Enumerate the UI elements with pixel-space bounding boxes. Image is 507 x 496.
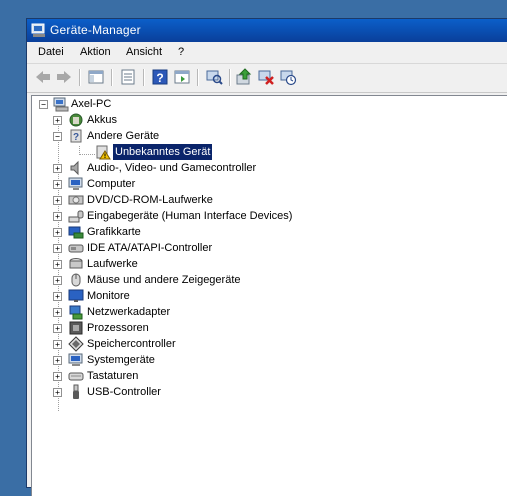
processor-icon <box>68 320 84 336</box>
device-manager-icon <box>31 22 47 38</box>
expand-toggle[interactable]: + <box>53 116 62 125</box>
toolbar-separator <box>143 69 145 86</box>
storage-controller-icon <box>68 336 84 352</box>
menu-datei[interactable]: Datei <box>37 46 65 58</box>
collapse-toggle[interactable]: − <box>39 100 48 109</box>
svg-text:?: ? <box>156 71 163 85</box>
expand-toggle[interactable]: + <box>53 292 62 301</box>
menu-bar: Datei Aktion Ansicht ? <box>27 42 507 64</box>
expand-toggle[interactable]: + <box>53 180 62 189</box>
network-adapter-icon <box>68 304 84 320</box>
other-devices-icon: ? <box>68 128 84 144</box>
svg-text:?: ? <box>73 132 79 143</box>
device-tree[interactable]: − Axel-PC + Akkus − ? Andere Geräte Unbe… <box>31 95 507 496</box>
expand-toggle[interactable]: + <box>53 356 62 365</box>
tree-node-label: Eingabegeräte (Human Interface Devices) <box>87 210 293 222</box>
mouse-icon <box>68 272 84 288</box>
tree-node-label: Unbekanntes Gerät <box>111 143 214 161</box>
collapse-toggle[interactable]: − <box>53 132 62 141</box>
expand-toggle[interactable]: + <box>53 196 62 205</box>
expand-toggle[interactable]: + <box>53 164 62 173</box>
tree-node-label: Mäuse und andere Zeigegeräte <box>87 274 241 286</box>
monitor-icon <box>68 288 84 304</box>
help-icon[interactable]: ? <box>151 68 169 86</box>
disk-drive-icon <box>68 256 84 272</box>
warning-icon <box>95 144 111 160</box>
properties-icon[interactable] <box>119 68 137 86</box>
expand-toggle[interactable]: + <box>53 340 62 349</box>
ide-controller-icon <box>68 240 84 256</box>
toolbar-separator <box>111 69 113 86</box>
menu-aktion[interactable]: Aktion <box>79 46 112 58</box>
expand-toggle[interactable]: + <box>53 212 62 221</box>
expand-toggle[interactable]: + <box>53 244 62 253</box>
window-title: Geräte-Manager <box>50 23 141 37</box>
toolbar: ? <box>27 64 507 93</box>
tree-node-label: Prozessoren <box>87 322 149 334</box>
menu-help[interactable]: ? <box>177 46 185 58</box>
tree-node-label: Netzwerkadapter <box>87 306 171 318</box>
speaker-icon <box>68 160 84 176</box>
expand-toggle[interactable]: + <box>53 308 62 317</box>
scan-hardware-icon[interactable] <box>205 68 223 86</box>
expand-toggle[interactable]: + <box>53 324 62 333</box>
tree-node-label: Computer <box>87 178 136 190</box>
tree-node-label: USB-Controller <box>87 386 161 398</box>
expand-toggle[interactable]: + <box>53 260 62 269</box>
toolbar-separator <box>79 69 81 86</box>
tree-node-label: Monitore <box>87 290 130 302</box>
tree-node-label: Systemgeräte <box>87 354 155 366</box>
update-driver-icon[interactable] <box>235 68 253 86</box>
tree-node-label: Audio-, Video- und Gamecontroller <box>87 162 257 174</box>
disc-drive-icon <box>68 192 84 208</box>
system-devices-icon <box>68 352 84 368</box>
tree-node-label: Laufwerke <box>87 258 138 270</box>
display-adapter-icon <box>68 224 84 240</box>
menu-ansicht[interactable]: Ansicht <box>125 46 163 58</box>
action-pane-icon[interactable] <box>173 68 191 86</box>
tree-node-label: Grafikkarte <box>87 226 141 238</box>
tree-node-label: DVD/CD-ROM-Laufwerke <box>87 194 213 206</box>
back-icon[interactable] <box>34 68 52 86</box>
tree-node-label: Speichercontroller <box>87 338 176 350</box>
expand-toggle[interactable]: + <box>53 388 62 397</box>
battery-icon <box>68 112 84 128</box>
tree-node-label: Andere Geräte <box>87 130 160 142</box>
computer-icon <box>68 176 84 192</box>
toolbar-separator <box>229 69 231 86</box>
tree-node-label: Akkus <box>87 114 117 126</box>
computer-icon <box>53 96 69 112</box>
expand-toggle[interactable]: + <box>53 372 62 381</box>
disable-icon[interactable] <box>279 68 297 86</box>
device-manager-window: Geräte-Manager Datei Aktion Ansicht ? ? <box>26 18 507 496</box>
expand-toggle[interactable]: + <box>53 228 62 237</box>
tree-node-label: IDE ATA/ATAPI-Controller <box>87 242 213 254</box>
uninstall-icon[interactable] <box>257 68 275 86</box>
forward-icon[interactable] <box>55 68 73 86</box>
tree-connector <box>79 154 95 155</box>
expand-toggle[interactable]: + <box>53 276 62 285</box>
tree-node-label: Axel-PC <box>71 98 112 110</box>
tree-node-label: Tastaturen <box>87 370 139 382</box>
title-bar[interactable]: Geräte-Manager <box>27 19 507 42</box>
show-hide-console-tree-icon[interactable] <box>87 68 105 86</box>
keyboard-icon <box>68 368 84 384</box>
toolbar-separator <box>197 69 199 86</box>
usb-icon <box>68 384 84 400</box>
hid-icon <box>68 208 84 224</box>
